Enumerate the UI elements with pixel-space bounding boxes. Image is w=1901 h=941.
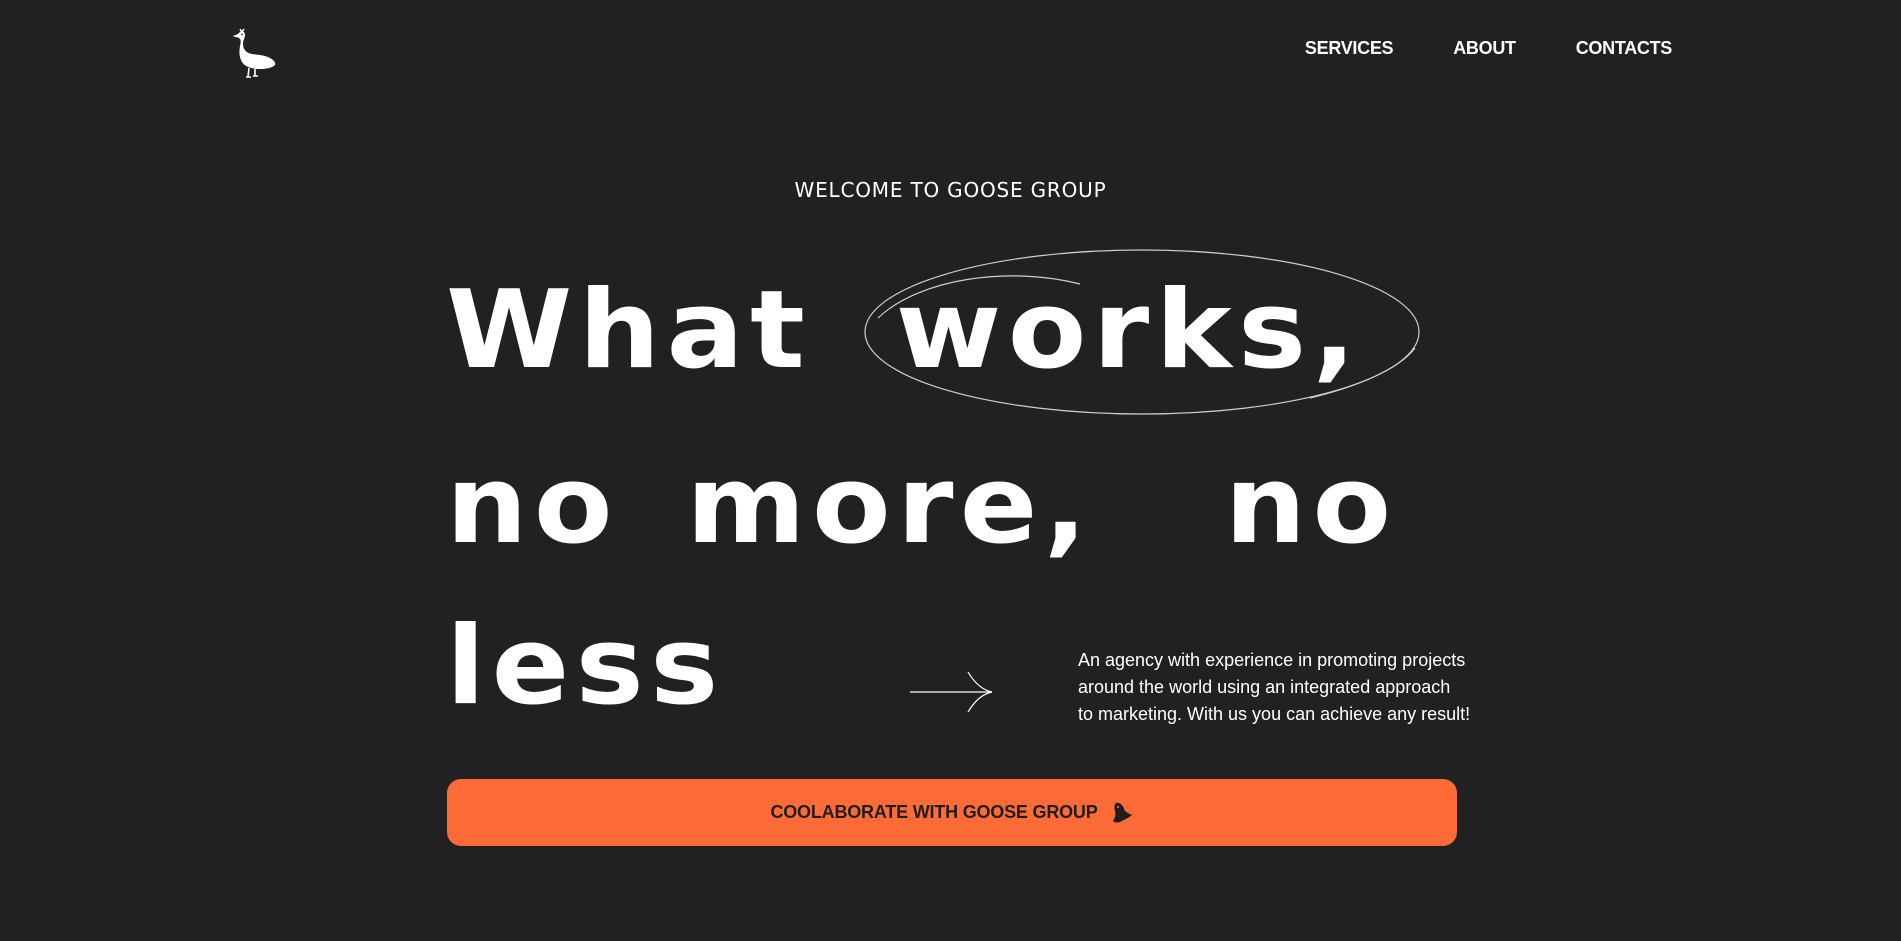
nav-link-about[interactable]: ABOUT <box>1453 38 1516 59</box>
hero-description: An agency with experience in promoting p… <box>1078 647 1478 728</box>
description-line: around the world using an integrated app… <box>1078 677 1451 697</box>
headline-word-no: no <box>446 443 619 568</box>
headline-line-3: less <box>446 613 725 721</box>
hero-eyebrow: WELCOME TO GOOSE GROUP <box>794 178 1107 202</box>
nav-link-services[interactable]: SERVICES <box>1305 38 1394 59</box>
site-header: SERVICES ABOUT CONTACTS <box>0 0 1901 100</box>
collaborate-button-label: COOLABORATE WITH GOOSE GROUP <box>770 802 1098 822</box>
collaborate-button[interactable]: COOLABORATE WITH GOOSE GROUP <box>447 779 1457 846</box>
arrow-right-icon <box>910 671 993 713</box>
headline-word-more: more, <box>686 443 1094 568</box>
headline-word-what: What <box>446 268 812 393</box>
main-nav: SERVICES ABOUT CONTACTS <box>1245 38 1672 59</box>
description-line: An agency with experience in promoting p… <box>1078 650 1466 670</box>
headline-word-no-2: no <box>1224 443 1398 568</box>
headline-word-less: less <box>446 604 725 729</box>
headline-word-works: works, <box>895 268 1363 393</box>
nav-link-contacts[interactable]: CONTACTS <box>1576 38 1673 59</box>
goose-head-icon <box>1110 801 1134 825</box>
headline-line-2: no more, no <box>446 452 1398 560</box>
description-line: to marketing. With us you can achieve an… <box>1078 704 1471 724</box>
headline-line-1: What works, <box>446 277 1362 385</box>
goose-logo-icon[interactable] <box>230 27 278 79</box>
